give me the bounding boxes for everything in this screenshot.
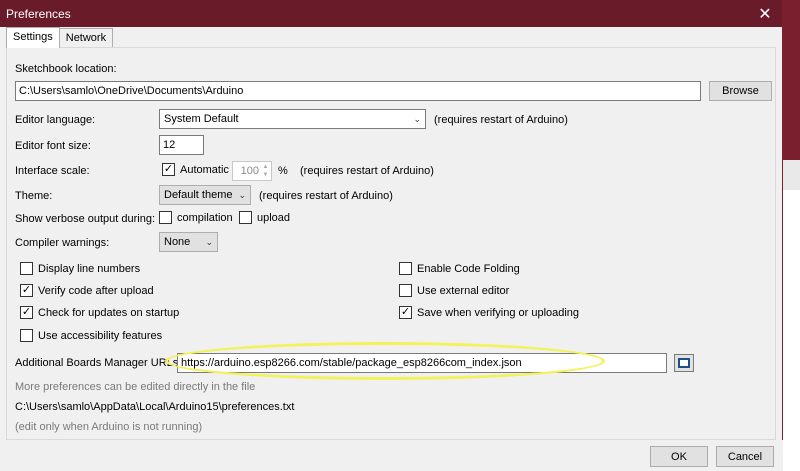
tab-settings[interactable]: Settings: [6, 27, 60, 48]
title-bar: Preferences ✕: [0, 0, 782, 27]
interface-scale-note: (requires restart of Arduino): [300, 165, 434, 177]
spinner-arrows-icon: ▲ ▼: [262, 164, 269, 178]
check-icon: ✓: [20, 306, 33, 319]
sketchbook-location-input[interactable]: C:\Users\samlo\OneDrive\Documents\Arduin…: [15, 81, 701, 101]
check-updates-checkbox[interactable]: ✓ Check for updates on startup: [20, 306, 179, 319]
verify-after-upload-label: Verify code after upload: [38, 284, 154, 297]
theme-label: Theme:: [15, 190, 53, 202]
automatic-checkbox[interactable]: ✓ Automatic: [162, 163, 229, 176]
unchecked-box-icon: [239, 211, 252, 224]
external-editor-label: Use external editor: [417, 284, 510, 297]
chevron-down-icon: ⌄: [413, 113, 421, 124]
boards-urls-label: Additional Boards Manager URLs:: [15, 357, 182, 369]
more-preferences-note: More preferences can be edited directly …: [15, 381, 256, 393]
accessibility-label: Use accessibility features: [38, 329, 163, 342]
check-updates-label: Check for updates on startup: [38, 306, 180, 319]
automatic-label: Automatic: [180, 163, 229, 176]
external-editor-checkbox[interactable]: Use external editor: [399, 284, 509, 297]
close-icon[interactable]: ✕: [748, 0, 782, 27]
window-icon: [678, 358, 690, 368]
ok-button[interactable]: OK: [650, 446, 708, 467]
unchecked-box-icon: [399, 262, 412, 275]
preferences-file-path: C:\Users\samlo\AppData\Local\Arduino15\p…: [15, 401, 295, 413]
tab-network[interactable]: Network: [58, 28, 114, 47]
code-folding-label: Enable Code Folding: [417, 262, 520, 275]
open-url-editor-button[interactable]: [674, 354, 694, 372]
editor-font-size-input[interactable]: 12: [159, 135, 204, 155]
unchecked-box-icon: [20, 329, 33, 342]
edit-only-note: (edit only when Arduino is not running): [15, 421, 203, 433]
preferences-dialog: Preferences ✕ Settings Network Sketchboo…: [0, 0, 783, 471]
check-icon: ✓: [20, 284, 33, 297]
theme-select[interactable]: Default theme ⌄: [159, 185, 251, 205]
theme-value: Default theme: [164, 189, 233, 201]
display-line-numbers-checkbox[interactable]: Display line numbers: [20, 262, 140, 275]
compiler-warnings-label: Compiler warnings:: [15, 237, 110, 249]
chevron-down-icon: ⌄: [205, 236, 213, 247]
verbose-upload-checkbox[interactable]: upload: [239, 211, 290, 224]
editor-language-select[interactable]: System Default ⌄: [159, 109, 426, 129]
verbose-compilation-label: compilation: [177, 211, 233, 224]
settings-panel: Sketchbook location: C:\Users\samlo\OneD…: [6, 47, 776, 440]
editor-language-value: System Default: [164, 113, 239, 125]
browse-button[interactable]: Browse: [709, 81, 772, 101]
compiler-warnings-value: None: [164, 236, 191, 248]
interface-scale-value: 100: [240, 165, 259, 177]
verbose-label: Show verbose output during:: [15, 213, 156, 225]
save-on-verify-label: Save when verifying or uploading: [417, 306, 580, 319]
verbose-upload-label: upload: [257, 211, 291, 224]
verbose-compilation-checkbox[interactable]: compilation: [159, 211, 233, 224]
sketchbook-label: Sketchbook location:: [15, 63, 117, 75]
dialog-footer: OK Cancel: [0, 440, 783, 471]
editor-language-note: (requires restart of Arduino): [434, 114, 568, 126]
unchecked-box-icon: [159, 211, 172, 224]
unchecked-box-icon: [399, 284, 412, 297]
editor-font-size-label: Editor font size:: [15, 140, 91, 152]
background-app: [783, 0, 800, 471]
tab-bar: Settings Network: [6, 27, 114, 48]
boards-urls-input[interactable]: https://arduino.esp8266.com/stable/packa…: [177, 353, 667, 373]
code-folding-checkbox[interactable]: Enable Code Folding: [399, 262, 520, 275]
interface-scale-stepper[interactable]: 100 ▲ ▼: [232, 161, 272, 181]
percent-unit: %: [278, 165, 288, 177]
compiler-warnings-select[interactable]: None ⌄: [159, 232, 218, 252]
accessibility-checkbox[interactable]: Use accessibility features: [20, 329, 162, 342]
check-icon: ✓: [399, 306, 412, 319]
interface-scale-label: Interface scale:: [15, 165, 90, 177]
chevron-down-icon: ⌄: [238, 189, 246, 200]
display-line-numbers-label: Display line numbers: [38, 262, 141, 275]
verify-after-upload-checkbox[interactable]: ✓ Verify code after upload: [20, 284, 154, 297]
check-icon: ✓: [162, 163, 175, 176]
theme-note: (requires restart of Arduino): [259, 190, 393, 202]
editor-language-label: Editor language:: [15, 114, 96, 126]
save-on-verify-checkbox[interactable]: ✓ Save when verifying or uploading: [399, 306, 579, 319]
window-title: Preferences: [6, 6, 71, 21]
cancel-button[interactable]: Cancel: [716, 446, 774, 467]
unchecked-box-icon: [20, 262, 33, 275]
